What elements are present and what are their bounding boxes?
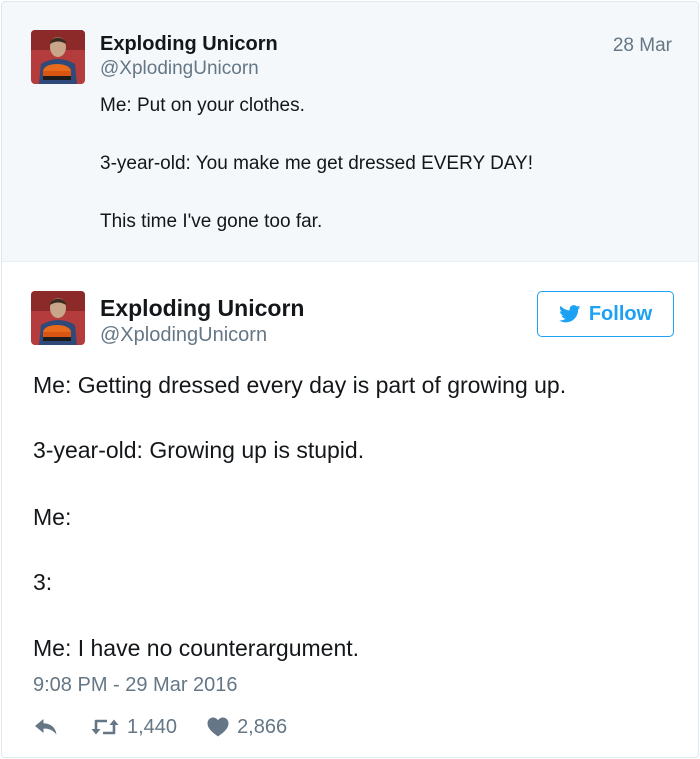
retweet-icon xyxy=(91,717,119,737)
like-button[interactable]: 2,866 xyxy=(207,716,287,739)
tweet-actions: 1,440 2,866 xyxy=(34,712,287,742)
tweet-text-line: Me: Put on your clothes. xyxy=(100,95,305,116)
avatar[interactable] xyxy=(31,30,85,84)
author-name[interactable]: Exploding Unicorn xyxy=(100,33,278,56)
follow-button[interactable]: Follow xyxy=(537,291,674,337)
avatar[interactable] xyxy=(31,291,85,345)
tweet-text-line: Me: Getting dressed every day is part of… xyxy=(33,372,567,398)
retweet-count: 1,440 xyxy=(127,715,178,738)
heart-icon xyxy=(207,717,229,737)
tweet-text-line: This time I've gone too far. xyxy=(100,211,323,232)
twitter-bird-icon xyxy=(558,305,581,323)
parent-tweet[interactable]: Exploding Unicorn @XplodingUnicorn 28 Ma… xyxy=(2,2,698,262)
author-name[interactable]: Exploding Unicorn xyxy=(100,295,304,322)
tweet-text-line: Me: I have no counterargument. xyxy=(33,635,360,661)
tweet-text-line: 3-year-old: You make me get dressed EVER… xyxy=(100,153,534,174)
tweet-embed-card: Exploding Unicorn @XplodingUnicorn 28 Ma… xyxy=(1,1,699,758)
retweet-button[interactable]: 1,440 xyxy=(91,716,177,739)
tweet-date[interactable]: 28 Mar xyxy=(613,35,672,57)
tweet-text-line: 3-year-old: Growing up is stupid. xyxy=(33,437,365,463)
reply-icon xyxy=(34,717,58,737)
author-handle[interactable]: @XplodingUnicorn xyxy=(100,324,267,347)
tweet-text-line: 3: xyxy=(33,569,53,595)
author-handle[interactable]: @XplodingUnicorn xyxy=(100,58,259,80)
tweet-text-line: Me: xyxy=(33,504,72,530)
like-count: 2,866 xyxy=(237,715,288,738)
tweet-timestamp[interactable]: 9:08 PM - 29 Mar 2016 xyxy=(33,674,238,697)
follow-label: Follow xyxy=(588,302,653,325)
reply-button[interactable] xyxy=(34,717,58,737)
